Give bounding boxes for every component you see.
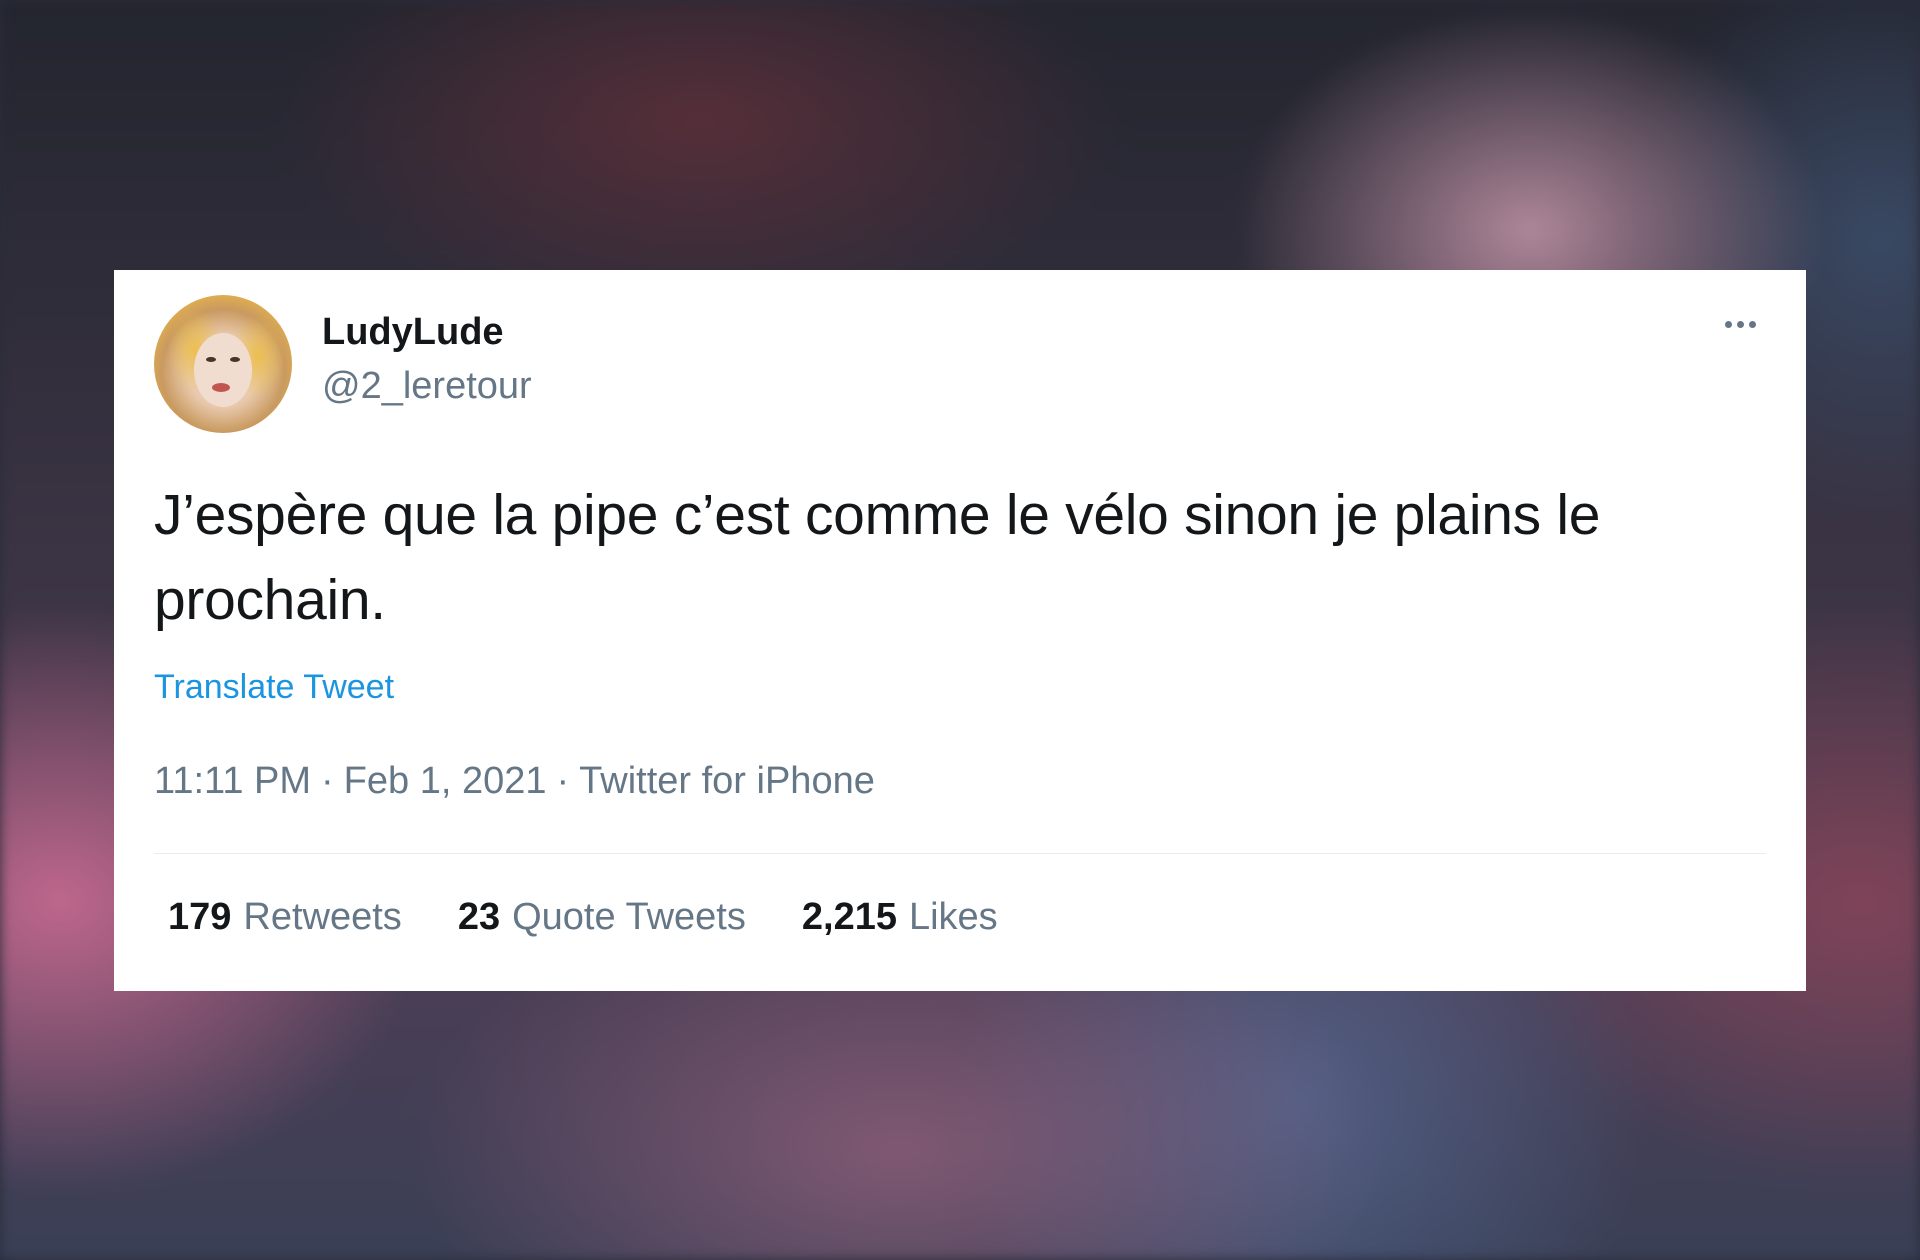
more-dot	[1749, 321, 1756, 328]
likes-count: 2,215	[801, 896, 897, 938]
tweet-meta: 11:11 PM · Feb 1, 2021 · Twitter for iPhone	[154, 759, 1766, 803]
meta-separator: ·	[556, 760, 570, 802]
tweet-date[interactable]: Feb 1, 2021	[344, 760, 547, 802]
avatar-eye-right	[230, 357, 240, 362]
tweet-source[interactable]: Twitter for iPhone	[579, 760, 875, 802]
divider	[154, 853, 1766, 854]
quote-tweets-stat[interactable]: 23 Quote Tweets	[458, 894, 746, 940]
tweet-text: J’espère que la pipe c’est comme le vélo…	[154, 483, 1601, 632]
avatar-eye-left	[206, 357, 216, 362]
quote-tweets-label: Quote Tweets	[512, 896, 746, 938]
quote-tweets-count: 23	[457, 896, 501, 938]
avatar[interactable]	[154, 295, 292, 433]
author-names: LudyLude @2_leretour	[322, 295, 532, 409]
more-dot	[1725, 321, 1732, 328]
more-dot	[1737, 321, 1744, 328]
retweets-stat[interactable]: 179 Retweets	[168, 894, 402, 940]
avatar-lips	[212, 383, 230, 392]
tweet-stats: 179 Retweets 23 Quote Tweets 2,215 Likes	[154, 894, 1766, 940]
tweet-time[interactable]: 11:11 PM	[154, 760, 311, 802]
tweet-header: LudyLude @2_leretour	[154, 295, 1766, 433]
tweet-card: LudyLude @2_leretour J’espère que la pip…	[114, 270, 1806, 991]
meta-separator: ·	[321, 760, 334, 802]
likes-stat[interactable]: 2,215 Likes	[802, 894, 998, 940]
translate-tweet-link[interactable]: Translate Tweet	[154, 667, 1766, 707]
retweets-count: 179	[168, 896, 232, 938]
author-display-name[interactable]: LudyLude	[322, 309, 532, 355]
author-handle[interactable]: @2_leretour	[322, 363, 532, 409]
avatar-face	[194, 333, 252, 407]
retweets-label: Retweets	[243, 896, 402, 938]
more-horizontal-icon[interactable]	[1725, 321, 1756, 328]
likes-label: Likes	[908, 896, 998, 938]
